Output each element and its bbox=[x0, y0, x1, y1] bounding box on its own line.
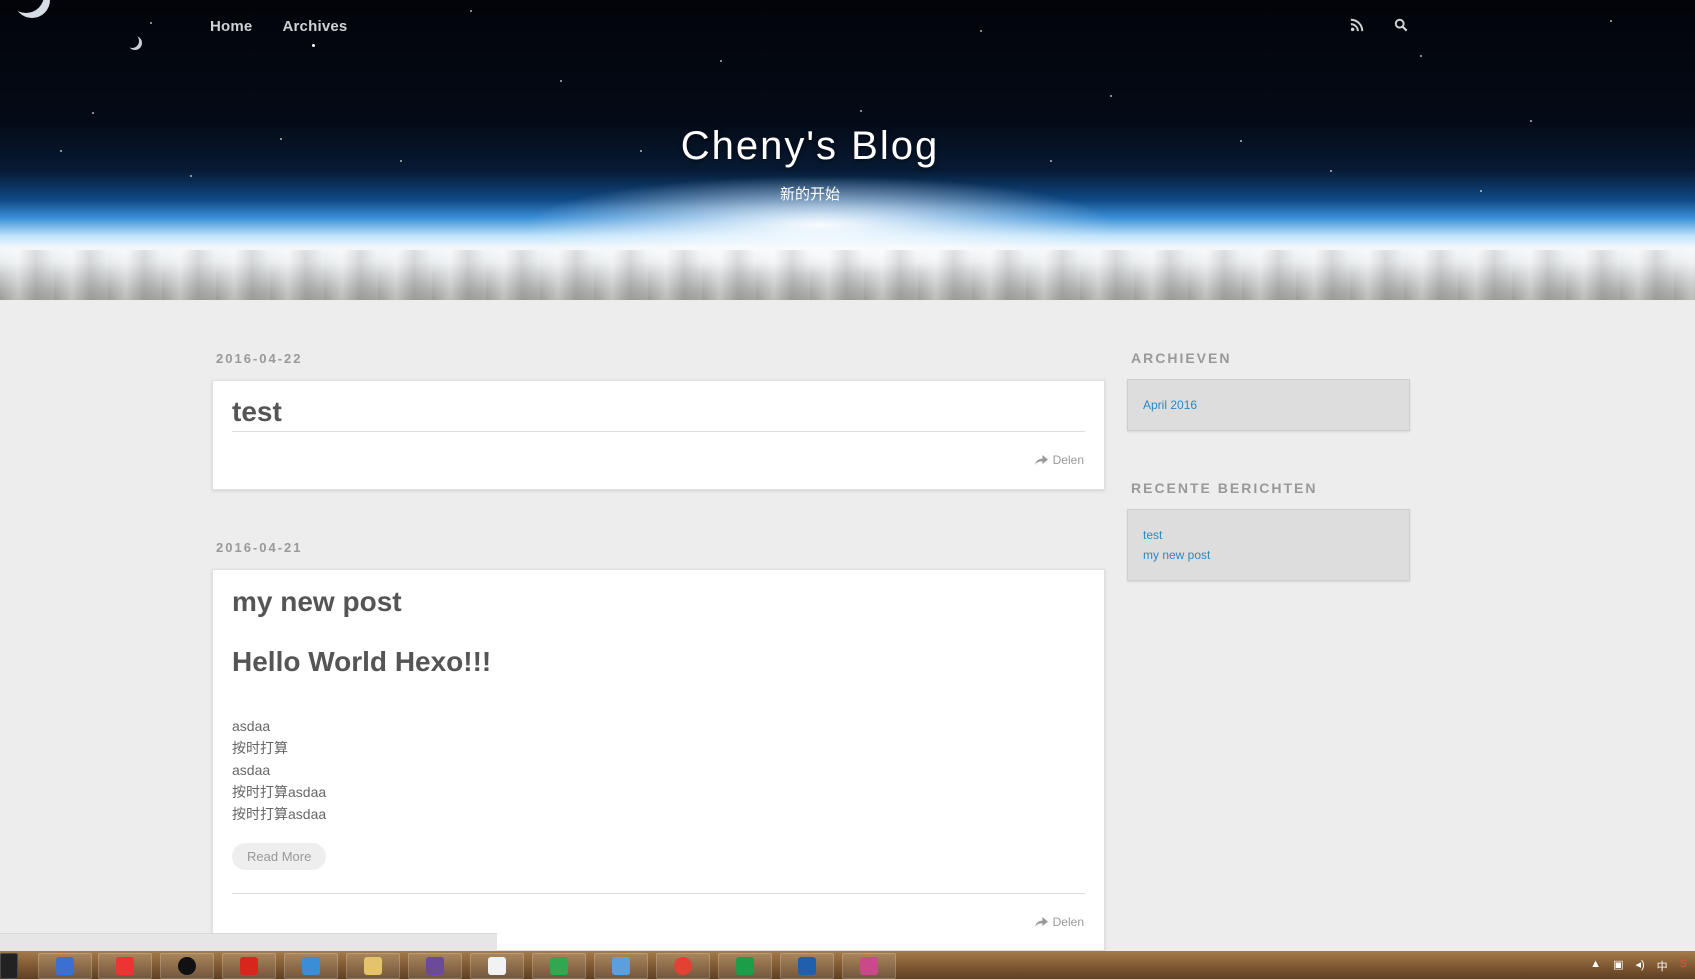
divider bbox=[232, 893, 1085, 894]
multicolor-app-icon[interactable] bbox=[842, 953, 896, 979]
post-title[interactable]: my new post bbox=[232, 586, 402, 618]
post-date[interactable]: 2016-04-22 bbox=[216, 351, 303, 366]
apps-grid-icon[interactable] bbox=[98, 953, 152, 979]
post-excerpt: asdaa 按时打算 asdaa 按时打算asdaa 按时打算asdaa bbox=[232, 715, 326, 825]
cloud-layer bbox=[0, 250, 1695, 300]
terminal-icon[interactable] bbox=[0, 953, 18, 979]
recent-posts-heading: RECENTE BERICHTEN bbox=[1131, 480, 1318, 496]
excerpt-line: 按时打算 bbox=[232, 740, 288, 756]
nav-icons bbox=[1350, 18, 1410, 34]
moon-icon bbox=[14, 0, 50, 18]
excerpt-line: 按时打算asdaa bbox=[232, 784, 327, 800]
share-label: Delen bbox=[1052, 453, 1084, 467]
share-link[interactable]: Delen bbox=[1034, 915, 1084, 929]
rss-icon[interactable] bbox=[1350, 18, 1366, 34]
tray-volume-icon[interactable]: ◂) bbox=[1635, 958, 1644, 974]
header-banner: Home Archives Cheny's Blog 新的开始 bbox=[0, 0, 1695, 300]
share-label: Delen bbox=[1052, 915, 1084, 929]
archive-link[interactable]: April 2016 bbox=[1143, 395, 1394, 415]
nav-archives[interactable]: Archives bbox=[282, 18, 347, 35]
blog-title[interactable]: Cheny's Blog bbox=[0, 124, 1620, 169]
java-ee-icon[interactable] bbox=[408, 953, 462, 979]
computer-icon[interactable] bbox=[38, 953, 92, 979]
control-panel-icon[interactable] bbox=[594, 953, 648, 979]
archives-widget: April 2016 bbox=[1127, 379, 1410, 431]
recent-posts-widget: test my new post bbox=[1127, 509, 1410, 581]
tray-sogou-icon[interactable]: S bbox=[1680, 958, 1687, 974]
blog-subtitle: 新的开始 bbox=[779, 186, 840, 203]
horizontal-scrollbar[interactable] bbox=[0, 933, 497, 951]
share-icon bbox=[1034, 454, 1048, 465]
post-date[interactable]: 2016-04-21 bbox=[216, 540, 303, 555]
post-heading: Hello World Hexo!!! bbox=[232, 646, 492, 677]
notepad-icon[interactable] bbox=[470, 953, 524, 979]
tray-up-icon[interactable]: ▲ bbox=[1590, 958, 1601, 974]
green-app-icon[interactable] bbox=[718, 953, 772, 979]
qq-icon[interactable] bbox=[160, 953, 214, 979]
excerpt-line: asdaa bbox=[232, 718, 271, 734]
system-tray: ▲ ▣ ◂) 中 S bbox=[1590, 958, 1687, 974]
folder-icon[interactable] bbox=[346, 953, 400, 979]
archives-heading: ARCHIEVEN bbox=[1131, 350, 1232, 366]
share-link[interactable]: Delen bbox=[1034, 453, 1084, 467]
store-icon[interactable] bbox=[284, 953, 338, 979]
netease-music-icon[interactable] bbox=[222, 953, 276, 979]
divider bbox=[232, 431, 1085, 432]
recent-post-link[interactable]: my new post bbox=[1143, 545, 1394, 565]
tray-language[interactable]: 中 bbox=[1657, 958, 1668, 974]
excerpt-line: 按时打算asdaa bbox=[232, 806, 327, 822]
main-nav: Home Archives bbox=[210, 18, 347, 35]
mp-icon[interactable] bbox=[780, 953, 834, 979]
post-title[interactable]: test bbox=[232, 396, 282, 428]
tray-network-icon[interactable]: ▣ bbox=[1613, 958, 1623, 974]
search-icon[interactable] bbox=[1394, 18, 1410, 34]
share-icon bbox=[1034, 916, 1048, 927]
read-more-button[interactable]: Read More bbox=[232, 843, 327, 870]
os-taskbar: ▲ ▣ ◂) 中 S bbox=[0, 951, 1695, 979]
chrome-icon[interactable] bbox=[656, 953, 710, 979]
excerpt-line: asdaa bbox=[232, 762, 271, 778]
post-card: test Delen bbox=[212, 380, 1105, 490]
small-moon-icon bbox=[128, 36, 142, 50]
nav-home[interactable]: Home bbox=[210, 18, 252, 35]
app-badge-icon[interactable] bbox=[532, 953, 586, 979]
post-card: my new post Hello World Hexo!!! asdaa 按时… bbox=[212, 569, 1105, 951]
recent-post-link[interactable]: test bbox=[1143, 525, 1394, 545]
